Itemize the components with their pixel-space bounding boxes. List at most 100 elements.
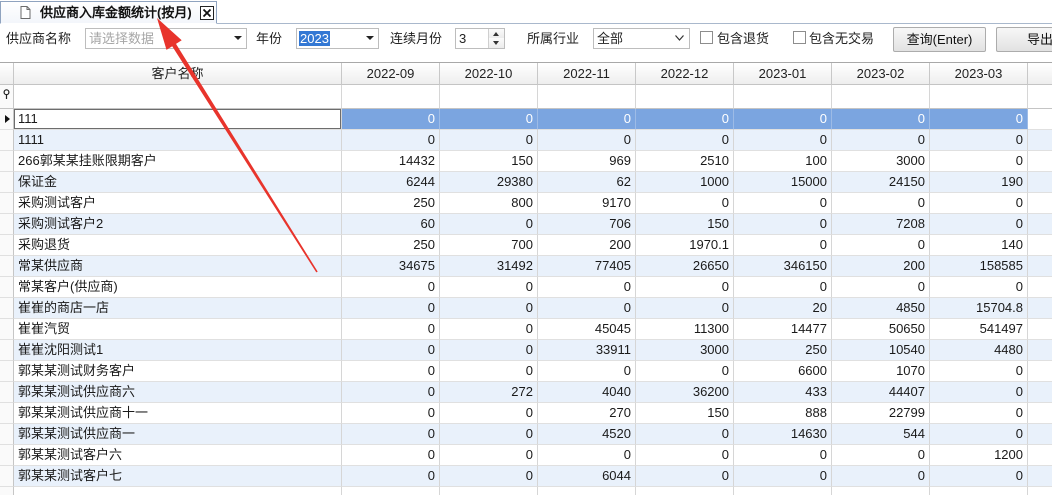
month-amount-cell[interactable]: 0	[832, 466, 930, 487]
month-amount-cell[interactable]	[538, 487, 636, 495]
column-header-month[interactable]: 2023-03	[930, 63, 1028, 85]
row-indicator-cell[interactable]	[0, 193, 14, 214]
month-amount-cell[interactable]	[440, 487, 538, 495]
chevron-down-icon[interactable]	[234, 36, 242, 40]
month-amount-cell[interactable]: 0	[636, 466, 734, 487]
month-amount-cell[interactable]: 15000	[734, 172, 832, 193]
table-row[interactable]: 采购退货 250 700 200 1970.1 0 0 140	[0, 235, 1052, 256]
month-amount-cell[interactable]: 0	[342, 424, 440, 445]
table-row[interactable]: 郭某某测试供应商十一 0 0 270 150 888 22799 0	[0, 403, 1052, 424]
month-amount-cell[interactable]: 200	[538, 235, 636, 256]
month-amount-cell[interactable]: 0	[930, 151, 1028, 172]
month-amount-cell[interactable]	[930, 487, 1028, 495]
month-amount-cell[interactable]: 0	[440, 340, 538, 361]
tab-close-button[interactable]	[200, 6, 214, 20]
row-indicator-cell[interactable]	[0, 214, 14, 235]
month-amount-cell[interactable]: 3000	[636, 340, 734, 361]
customer-name-cell[interactable]	[14, 487, 342, 495]
table-row[interactable]: 郭某某测试客户六 0 0 0 0 0 0 1200	[0, 445, 1052, 466]
month-amount-cell[interactable]: 272	[440, 382, 538, 403]
month-amount-cell[interactable]: 0	[832, 130, 930, 151]
month-amount-cell[interactable]: 0	[930, 403, 1028, 424]
table-row[interactable]: 郭某某测试供应商一 0 0 4520 0 14630 544 0	[0, 424, 1052, 445]
month-amount-cell[interactable]: 0	[538, 361, 636, 382]
chevron-down-icon[interactable]	[366, 36, 374, 40]
column-header-overflow[interactable]	[1028, 63, 1052, 85]
month-amount-cell[interactable]: 0	[342, 340, 440, 361]
month-amount-cell[interactable]: 0	[440, 319, 538, 340]
month-amount-cell[interactable]: 0	[636, 193, 734, 214]
month-amount-cell[interactable]: 9170	[538, 193, 636, 214]
customer-name-cell[interactable]: 崔崔的商店一店	[14, 298, 342, 319]
month-amount-cell[interactable]: 158585	[930, 256, 1028, 277]
month-amount-cell[interactable]: 0	[832, 193, 930, 214]
month-amount-cell[interactable]: 15704.8	[930, 298, 1028, 319]
month-amount-cell[interactable]: 0	[538, 445, 636, 466]
include-returns-label[interactable]: 包含退货	[717, 30, 769, 48]
month-amount-cell[interactable]: 0	[832, 277, 930, 298]
month-amount-cell[interactable]: 346150	[734, 256, 832, 277]
month-amount-cell[interactable]: 2510	[636, 151, 734, 172]
month-amount-cell[interactable]: 0	[734, 109, 832, 130]
row-indicator-cell[interactable]	[0, 256, 14, 277]
month-amount-cell[interactable]: 0	[930, 130, 1028, 151]
row-indicator-cell[interactable]	[0, 466, 14, 487]
row-indicator-cell[interactable]	[0, 235, 14, 256]
month-amount-cell[interactable]	[734, 487, 832, 495]
month-amount-cell[interactable]: 150	[636, 403, 734, 424]
month-amount-cell[interactable]: 706	[538, 214, 636, 235]
month-amount-cell[interactable]: 544	[832, 424, 930, 445]
row-indicator-cell[interactable]	[0, 340, 14, 361]
month-amount-cell[interactable]: 62	[538, 172, 636, 193]
column-header-month[interactable]: 2023-01	[734, 63, 832, 85]
table-row[interactable]: 1111 0 0 0 0 0 0 0	[0, 130, 1052, 151]
month-amount-cell[interactable]: 0	[930, 109, 1028, 130]
month-amount-cell[interactable]: 250	[342, 235, 440, 256]
month-amount-cell[interactable]: 100	[734, 151, 832, 172]
month-amount-cell[interactable]: 4520	[538, 424, 636, 445]
month-amount-cell[interactable]: 0	[440, 277, 538, 298]
month-amount-cell[interactable]: 11300	[636, 319, 734, 340]
supplier-input[interactable]	[89, 30, 229, 47]
row-indicator-cell[interactable]	[0, 172, 14, 193]
month-amount-cell[interactable]: 1000	[636, 172, 734, 193]
month-amount-cell[interactable]: 0	[734, 445, 832, 466]
month-amount-cell[interactable]: 0	[538, 130, 636, 151]
month-amount-cell[interactable]: 0	[342, 298, 440, 319]
filter-cell-month[interactable]	[734, 85, 832, 109]
month-amount-cell[interactable]: 0	[342, 361, 440, 382]
month-amount-cell[interactable]: 0	[440, 361, 538, 382]
filter-cell-month[interactable]	[636, 85, 734, 109]
month-amount-cell[interactable]: 0	[636, 130, 734, 151]
row-indicator-cell[interactable]	[0, 361, 14, 382]
month-amount-cell[interactable]: 1970.1	[636, 235, 734, 256]
table-row[interactable]: 崔崔沈阳测试1 0 0 33911 3000 250 10540 4480	[0, 340, 1052, 361]
row-indicator-cell[interactable]	[0, 424, 14, 445]
customer-name-cell[interactable]: 保证金	[14, 172, 342, 193]
row-indicator-cell[interactable]	[0, 319, 14, 340]
month-amount-cell[interactable]: 433	[734, 382, 832, 403]
table-row[interactable]: 郭某某测试供应商六 0 272 4040 36200 433 44407 0	[0, 382, 1052, 403]
month-amount-cell[interactable]: 0	[930, 193, 1028, 214]
month-amount-cell[interactable]: 0	[440, 130, 538, 151]
month-amount-cell[interactable]: 14477	[734, 319, 832, 340]
month-amount-cell[interactable]: 0	[734, 130, 832, 151]
month-amount-cell[interactable]: 0	[440, 424, 538, 445]
customer-name-cell[interactable]: 266郭某某挂账限期客户	[14, 151, 342, 172]
month-amount-cell[interactable]: 0	[930, 424, 1028, 445]
column-header-month[interactable]: 2023-02	[832, 63, 930, 85]
month-amount-cell[interactable]: 700	[440, 235, 538, 256]
table-row[interactable]: 常某供应商 34675 31492 77405 26650 346150 200 158585	[0, 256, 1052, 277]
month-amount-cell[interactable]: 888	[734, 403, 832, 424]
month-amount-cell[interactable]: 60	[342, 214, 440, 235]
customer-name-cell[interactable]: 崔崔沈阳测试1	[14, 340, 342, 361]
month-amount-cell[interactable]: 150	[440, 151, 538, 172]
month-amount-cell[interactable]: 0	[832, 109, 930, 130]
month-amount-cell[interactable]: 6044	[538, 466, 636, 487]
month-amount-cell[interactable]: 4040	[538, 382, 636, 403]
month-amount-cell[interactable]: 250	[734, 340, 832, 361]
industry-select[interactable]: 全部	[593, 28, 690, 49]
month-amount-cell[interactable]: 20	[734, 298, 832, 319]
data-grid[interactable]: 客户名称 2022-09 2022-10 2022-11 2022-12 202…	[0, 62, 1052, 495]
column-header-customer-name[interactable]: 客户名称	[14, 63, 342, 85]
